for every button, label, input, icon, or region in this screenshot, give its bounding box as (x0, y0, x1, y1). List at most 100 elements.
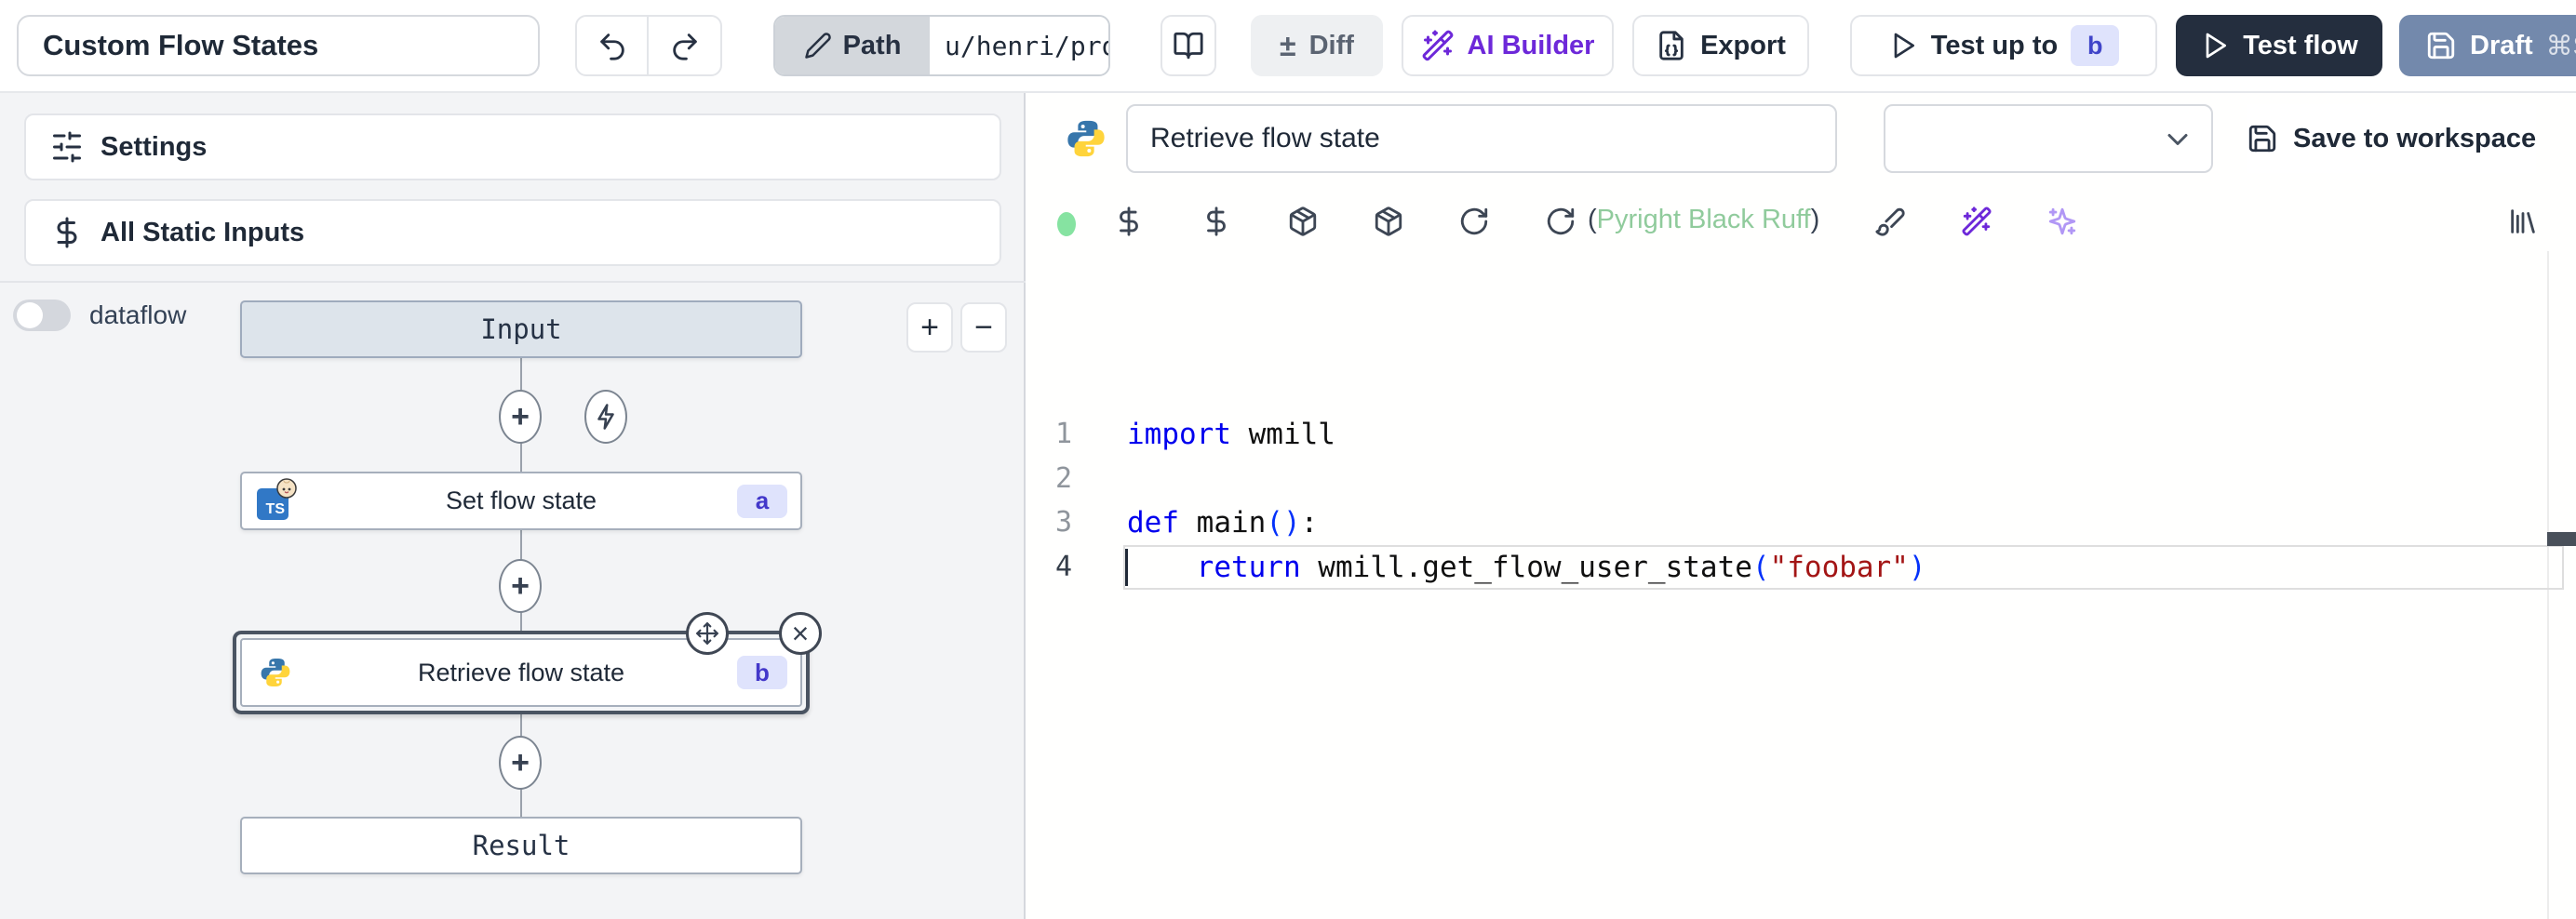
reload-button[interactable] (1542, 203, 1579, 240)
sparkles-icon (2046, 206, 2078, 237)
test-flow-label: Test flow (2243, 31, 2358, 61)
format-button[interactable] (1872, 203, 1909, 240)
library-icon (2507, 206, 2539, 237)
code-token: main (1179, 506, 1266, 539)
flow-editor-app: Path u/henri/pro ± Diff AI Builder Expor… (0, 0, 2576, 919)
save-icon (2247, 123, 2278, 154)
code-token: "foobar" (1770, 551, 1909, 584)
step-editor-panel: Save to workspace (Pyright Black Ruff) (1027, 93, 2576, 919)
line-number: 4 (1027, 545, 1072, 590)
draft-shortcut: ⌘S (2546, 30, 2576, 62)
diff-button[interactable]: ± Diff (1251, 15, 1383, 76)
lsp-status-dot (1057, 212, 1076, 236)
settings-card[interactable]: Settings (24, 113, 1001, 180)
export-button[interactable]: Export (1632, 15, 1809, 76)
flow-name-input[interactable] (17, 15, 540, 76)
code-token: ( (1752, 551, 1770, 584)
flow-node-set-flow-state[interactable]: TS Set flow state a (240, 472, 802, 530)
path-value[interactable]: u/henri/pro (930, 17, 1108, 74)
code-token: () (1266, 506, 1300, 539)
play-icon (2200, 31, 2230, 60)
flow-sidebar: Settings All Static Inputs dataflow Inpu… (0, 93, 1026, 919)
graph-zoom-out-button[interactable]: − (960, 302, 1007, 353)
move-node-button[interactable] (686, 612, 729, 655)
toggle-knob (17, 302, 43, 328)
code-token: wmill.get_flow_user_state (1301, 551, 1752, 584)
ai-builder-button[interactable]: AI Builder (1402, 15, 1614, 76)
step-name-input[interactable] (1126, 104, 1837, 173)
code-token (1127, 551, 1197, 584)
path-edit-button[interactable]: Path (775, 17, 930, 74)
ai-builder-label: AI Builder (1468, 31, 1595, 61)
redo-button[interactable] (649, 17, 720, 74)
flow-node-result[interactable]: Result (240, 817, 802, 874)
all-static-inputs-card[interactable]: All Static Inputs (24, 199, 1001, 266)
line-number: 2 (1027, 457, 1072, 501)
move-icon (695, 621, 719, 646)
flow-node-input[interactable]: Input (240, 300, 802, 358)
dataflow-toggle[interactable] (13, 300, 71, 331)
paren: ( (1588, 205, 1597, 234)
ai-generate-button[interactable] (2044, 203, 2081, 240)
reload-button[interactable] (1456, 203, 1493, 240)
insert-step-button[interactable]: + (499, 390, 542, 444)
sliders-icon (50, 130, 84, 164)
code-line[interactable]: 1 import wmill (1027, 412, 2576, 457)
delete-node-button[interactable]: × (779, 612, 822, 655)
package-icon (1373, 206, 1404, 237)
static-inputs-label: All Static Inputs (101, 218, 304, 248)
settings-label: Settings (101, 132, 207, 163)
code-line[interactable]: 2 (1027, 457, 2576, 501)
code-token: : (1301, 506, 1319, 539)
static-inputs-button[interactable] (1110, 203, 1147, 240)
ai-edit-button[interactable] (1958, 203, 1995, 240)
top-toolbar: Path u/henri/pro ± Diff AI Builder Expor… (0, 0, 2576, 93)
code-editor[interactable]: 1 import wmill 2 3 def main(): 4 return … (1027, 251, 2576, 919)
package-icon (1287, 206, 1319, 237)
node-label: Set flow state (242, 473, 800, 528)
scrollbar-cursor-mark (2547, 532, 2576, 546)
lightning-icon (592, 403, 620, 431)
insert-step-button[interactable]: + (499, 559, 542, 613)
play-icon (1888, 31, 1918, 60)
undo-button[interactable] (577, 17, 649, 74)
code-token: def (1127, 506, 1179, 539)
save-to-workspace-button[interactable]: Save to workspace (2247, 104, 2536, 173)
brush-icon (1874, 206, 1906, 237)
code-line[interactable]: 3 def main(): (1027, 500, 2576, 545)
pencil-icon (804, 32, 832, 60)
file-export-icon (1656, 30, 1687, 61)
dollar-icon (1201, 206, 1232, 237)
editor-toolbar: (Pyright Black Ruff) (1027, 195, 2576, 247)
refresh-icon (1458, 206, 1490, 237)
path-control: Path u/henri/pro (773, 15, 1110, 76)
step-template-dropdown[interactable] (1884, 104, 2213, 173)
dollar-icon (50, 216, 84, 249)
save-to-workspace-label: Save to workspace (2293, 124, 2536, 154)
docs-button[interactable] (1161, 15, 1216, 76)
graph-zoom-in-button[interactable]: + (906, 302, 953, 353)
chevron-down-icon (2161, 123, 2194, 156)
code-token: wmill (1231, 418, 1335, 451)
wand-icon (1421, 29, 1455, 62)
save-draft-button[interactable]: Draft ⌘S (2399, 15, 2576, 76)
insert-step-button[interactable]: + (499, 736, 542, 790)
test-up-to-button[interactable]: Test up to b (1850, 15, 2157, 76)
test-flow-button[interactable]: Test flow (2176, 15, 2382, 76)
export-label: Export (1700, 31, 1786, 61)
redo-icon (669, 30, 701, 61)
library-button[interactable] (2504, 203, 2542, 240)
dependencies-button[interactable] (1370, 203, 1407, 240)
dollar-icon (1113, 206, 1145, 237)
wand-icon (1961, 206, 1992, 237)
draft-label: Draft (2470, 31, 2533, 61)
test-up-to-step-badge: b (2071, 25, 2119, 66)
line-number: 1 (1027, 412, 1072, 457)
paren: ) (1811, 205, 1820, 234)
divider (0, 281, 1026, 283)
static-inputs-button[interactable] (1198, 203, 1235, 240)
undo-icon (597, 30, 628, 61)
code-line[interactable]: 4 return wmill.get_flow_user_state("foob… (1027, 545, 2576, 590)
trigger-button[interactable] (584, 390, 627, 444)
dependencies-button[interactable] (1284, 203, 1322, 240)
